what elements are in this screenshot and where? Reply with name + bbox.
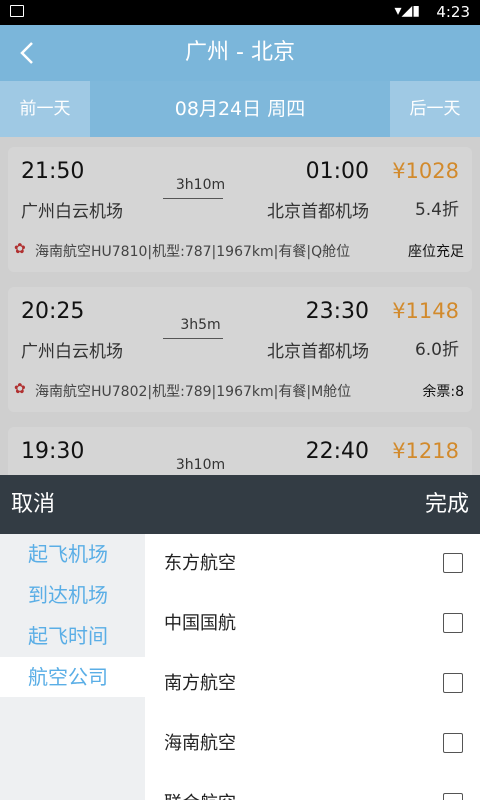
flight-duration: 3h10m [175,457,226,473]
price: ¥1218 [392,439,459,463]
checkbox[interactable] [443,793,463,800]
option-label: 联合航空 [164,774,236,800]
airline-logo-icon: ✿ [14,241,26,257]
discount: 5.4折 [414,200,459,220]
option-row[interactable]: 海南航空 [145,714,480,774]
category-departure-airport[interactable]: 起飞机场 [0,534,145,574]
checkbox[interactable] [443,733,463,753]
category-departure-time[interactable]: 起飞时间 [0,616,145,656]
filter-option-list: 东方航空 中国国航 南方航空 海南航空 联合航空 [145,534,480,800]
date-navigation: 前一天 08月24日 周四 后一天 [0,81,480,137]
done-button[interactable]: 完成 [425,475,469,534]
status-bar: ▾◢▮ 4:23 [0,0,480,25]
airline-logo-icon: ✿ [14,381,26,397]
discount: 6.0折 [414,340,459,360]
option-row[interactable]: 东方航空 [145,534,480,594]
page-title: 广州 - 北京 [185,40,295,65]
checkbox[interactable] [443,673,463,693]
option-row[interactable]: 南方航空 [145,654,480,714]
option-label: 南方航空 [164,673,236,694]
seat-availability: 座位充足 [408,244,464,260]
option-label: 海南航空 [164,733,236,754]
arrival-time: 22:40 [305,439,369,464]
back-button[interactable] [14,35,44,71]
prev-day-button[interactable]: 前一天 [0,81,90,137]
departure-time: 21:50 [21,159,85,184]
filter-category-list: 起飞机场 到达机场 起飞时间 航空公司 [0,534,145,800]
price: ¥1148 [392,299,459,323]
arrival-airport: 北京首都机场 [267,202,369,222]
checkbox[interactable] [443,553,463,573]
title-bar: 广州 - 北京 [0,25,480,81]
price: ¥1028 [392,159,459,183]
flight-info: 海南航空HU7810|机型:787|1967km|有餐|Q舱位 [35,244,351,260]
arrival-time: 23:30 [305,299,369,324]
seat-availability: 余票:8 [422,384,464,400]
departure-airport: 广州白云机场 [21,342,123,362]
option-label: 中国国航 [164,613,236,634]
chevron-left-icon [20,42,33,64]
departure-time: 19:30 [21,439,85,464]
option-label: 东方航空 [164,553,236,574]
option-row[interactable]: 联合航空 [145,774,480,800]
departure-time: 20:25 [21,299,85,324]
flight-duration: 3h10m [175,177,226,193]
arrow-right-icon [163,198,223,199]
category-airline[interactable]: 航空公司 [0,657,145,697]
flight-card[interactable]: 20:25 3h5m 23:30 ¥1148 广州白云机场 北京首都机场 6.0… [8,287,472,412]
next-day-button[interactable]: 后一天 [390,81,480,137]
arrival-time: 01:00 [305,159,369,184]
status-time: 4:23 [436,3,470,21]
flight-info: 海南航空HU7802|机型:789|1967km|有餐|M舱位 [35,384,352,400]
signal-battery-icon: ▾◢▮ [394,3,421,19]
cancel-button[interactable]: 取消 [11,475,55,534]
arrival-airport: 北京首都机场 [267,342,369,362]
image-notification-icon [10,5,24,17]
flight-card[interactable]: 21:50 3h10m 01:00 ¥1028 广州白云机场 北京首都机场 5.… [8,147,472,272]
filter-sheet-header: 取消 完成 [0,475,480,534]
arrow-right-icon [163,338,223,339]
departure-airport: 广州白云机场 [21,202,123,222]
flight-duration: 3h5m [180,317,221,333]
current-date[interactable]: 08月24日 周四 [90,81,390,137]
option-row[interactable]: 中国国航 [145,594,480,654]
checkbox[interactable] [443,613,463,633]
category-arrival-airport[interactable]: 到达机场 [0,575,145,615]
